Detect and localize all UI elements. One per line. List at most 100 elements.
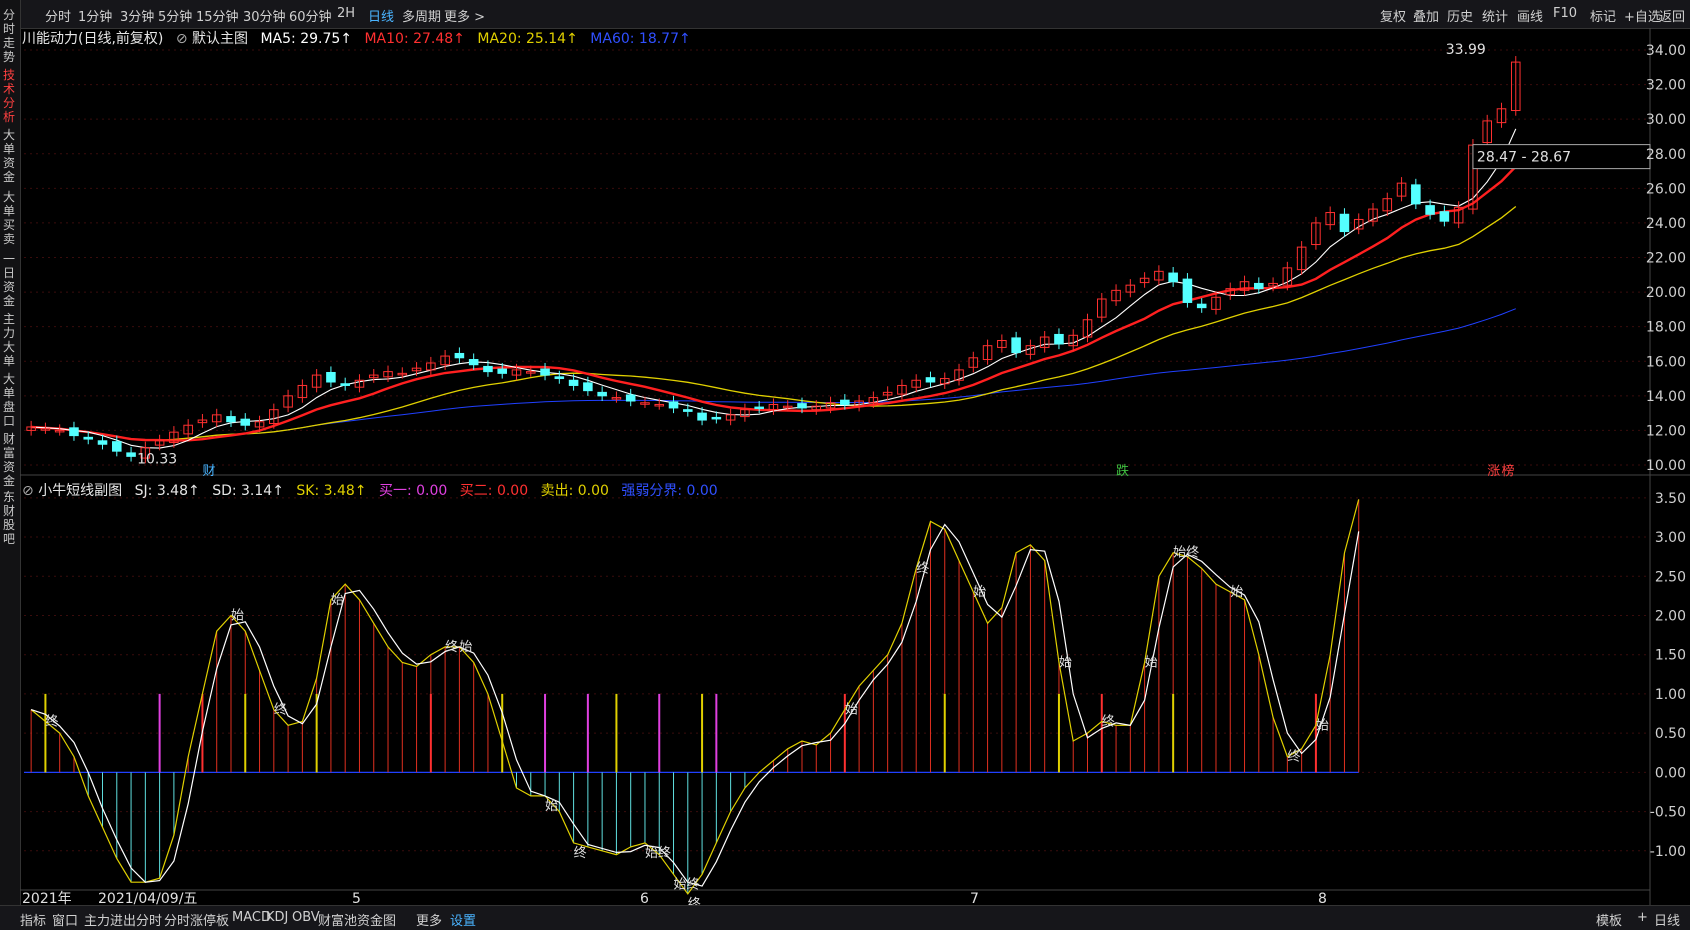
main-ytick-7: 20.00 xyxy=(1646,285,1686,301)
bottom-right-1[interactable]: + xyxy=(1637,910,1648,925)
candle-body xyxy=(1411,184,1421,205)
candle-body xyxy=(240,418,251,426)
ma60-line xyxy=(31,308,1516,441)
candle-body xyxy=(340,383,350,386)
signal-marker-11: 始 xyxy=(845,703,858,718)
sub-ytick-4: 1.50 xyxy=(1655,648,1686,664)
sub-template-icon[interactable]: ⊘ xyxy=(22,483,34,499)
candle-body xyxy=(754,406,764,410)
sell-label: 卖出: 0.00 xyxy=(540,483,609,499)
main-ytick-6: 22.00 xyxy=(1646,251,1686,267)
candle-body xyxy=(454,352,465,359)
candle-body xyxy=(711,416,722,420)
main-ytick-12: 10.00 xyxy=(1646,458,1686,474)
candle-body xyxy=(540,368,550,376)
indicator-tab-5[interactable]: KDJ xyxy=(266,910,288,925)
candle-body xyxy=(1054,333,1064,345)
candle-body xyxy=(97,440,108,445)
signal-marker-20: 始 xyxy=(1316,718,1329,733)
candle-body xyxy=(697,412,707,421)
strong-label: 强弱分界: 0.00 xyxy=(621,483,718,499)
main-ytick-11: 12.00 xyxy=(1646,423,1686,439)
candle-body xyxy=(668,401,679,409)
signal-marker-7: 终 xyxy=(574,845,587,861)
indicator-tab-3[interactable]: 分时涨停板 xyxy=(164,910,229,929)
main-ytick-2: 30.00 xyxy=(1646,112,1686,128)
signal-marker-17: 始终 xyxy=(1173,545,1199,561)
sub-ytick-8: -0.50 xyxy=(1650,805,1686,821)
candle-body xyxy=(1339,213,1350,233)
candle-body xyxy=(1254,282,1264,290)
main-ytick-10: 14.00 xyxy=(1646,389,1686,405)
signal-marker-16: 始 xyxy=(1145,656,1158,671)
low-price-label: 10.33 xyxy=(137,451,177,467)
candle-body xyxy=(497,368,508,374)
main-ytick-3: 28.00 xyxy=(1646,147,1686,163)
sub-indicator-name[interactable]: 小牛短线副图 xyxy=(38,483,122,499)
event-badge-0: 财 xyxy=(202,464,215,479)
sd-line xyxy=(30,523,1360,887)
stock-name: 川能动力(日线,前复权) xyxy=(22,31,164,47)
buy1-label: 买一: 0.00 xyxy=(378,483,448,499)
candle-body xyxy=(69,427,79,437)
signal-marker-9: 始终 xyxy=(674,876,700,892)
ma60-label: MA60: 18.77↑ xyxy=(590,31,691,47)
main-ytick-1: 32.00 xyxy=(1646,78,1686,94)
bottom-right-0[interactable]: 模板 xyxy=(1596,910,1622,929)
signal-marker-2: 终 xyxy=(274,702,287,718)
indicator-tab-6[interactable]: OBV xyxy=(292,910,320,925)
signal-marker-0: 终 xyxy=(45,713,58,729)
signal-marker-19: 终 xyxy=(1287,749,1300,765)
candle-body xyxy=(625,394,636,402)
signal-marker-4: 终 xyxy=(445,639,458,655)
stock-chart[interactable]: 33.9910.3328.47 - 28.67财跌涨榜 终始终始终 始始终 始终始终… xyxy=(0,0,1690,929)
ma5-label: MA5: 29.75↑ xyxy=(260,31,353,47)
indicator-bar: 指标 窗口 主力进出分时 分时涨停板 MACD KDJ OBV 财富池资金图 更多 设置 模板 + 日线 xyxy=(0,905,1690,930)
sub-ytick-3: 2.00 xyxy=(1655,608,1686,624)
signal-marker-1: 始 xyxy=(231,608,244,623)
indicator-tab-1[interactable]: 窗口 xyxy=(52,910,78,929)
candle-body xyxy=(483,365,493,373)
candle-body xyxy=(1425,205,1435,215)
event-badge-2: 涨 xyxy=(1487,464,1500,479)
sj-line xyxy=(30,499,1360,895)
indicator-tab-0[interactable]: 指标 xyxy=(20,910,46,929)
signal-marker-12: 终 xyxy=(916,560,929,576)
template-name[interactable]: 默认主图 xyxy=(192,31,248,47)
candle-body xyxy=(797,403,807,409)
signal-marker-5: 始 xyxy=(459,640,472,655)
candle-body xyxy=(112,441,122,452)
ma20-label: MA20: 25.14↑ xyxy=(477,31,578,47)
main-ytick-4: 26.00 xyxy=(1646,181,1686,197)
sub-ytick-1: 3.00 xyxy=(1655,530,1686,546)
sub-ytick-7: 0.00 xyxy=(1655,765,1686,781)
sub-ytick-5: 1.00 xyxy=(1655,687,1686,703)
sub-ytick-2: 2.50 xyxy=(1655,569,1686,585)
sj-label: SJ: 3.48↑ xyxy=(134,483,200,499)
signal-marker-14: 始 xyxy=(1059,656,1072,671)
buy2-label: 买二: 0.00 xyxy=(459,483,529,499)
sub-ytick-9: -1.00 xyxy=(1650,844,1686,860)
candle-body xyxy=(554,376,565,380)
event-badge-1: 跌 xyxy=(1116,463,1129,479)
high-price-label: 33.99 xyxy=(1446,42,1486,58)
indicator-tab-8[interactable]: 更多 xyxy=(416,910,442,929)
candle-body xyxy=(1196,303,1207,309)
bottom-right-2[interactable]: 日线 xyxy=(1654,910,1680,929)
candle-body xyxy=(1011,337,1021,354)
sd-label: SD: 3.14↑ xyxy=(212,483,284,499)
template-chevron-icon[interactable]: ⊘ xyxy=(176,31,188,47)
indicator-tab-9[interactable]: 设置 xyxy=(450,910,476,929)
candle-body xyxy=(583,382,593,392)
indicator-tab-2[interactable]: 主力进出分时 xyxy=(84,910,162,929)
signal-marker-13: 始 xyxy=(973,585,986,600)
main-ytick-9: 16.00 xyxy=(1646,354,1686,370)
candle-body xyxy=(683,409,693,412)
signal-marker-18: 始 xyxy=(1230,585,1243,600)
sub-ytick-0: 3.50 xyxy=(1655,491,1686,507)
signal-marker-6: 始 xyxy=(545,799,558,814)
main-ytick-5: 24.00 xyxy=(1646,216,1686,232)
candle-body xyxy=(1439,211,1450,222)
indicator-tab-7[interactable]: 财富池资金图 xyxy=(318,910,396,929)
signal-marker-8: 始终 xyxy=(645,845,671,861)
